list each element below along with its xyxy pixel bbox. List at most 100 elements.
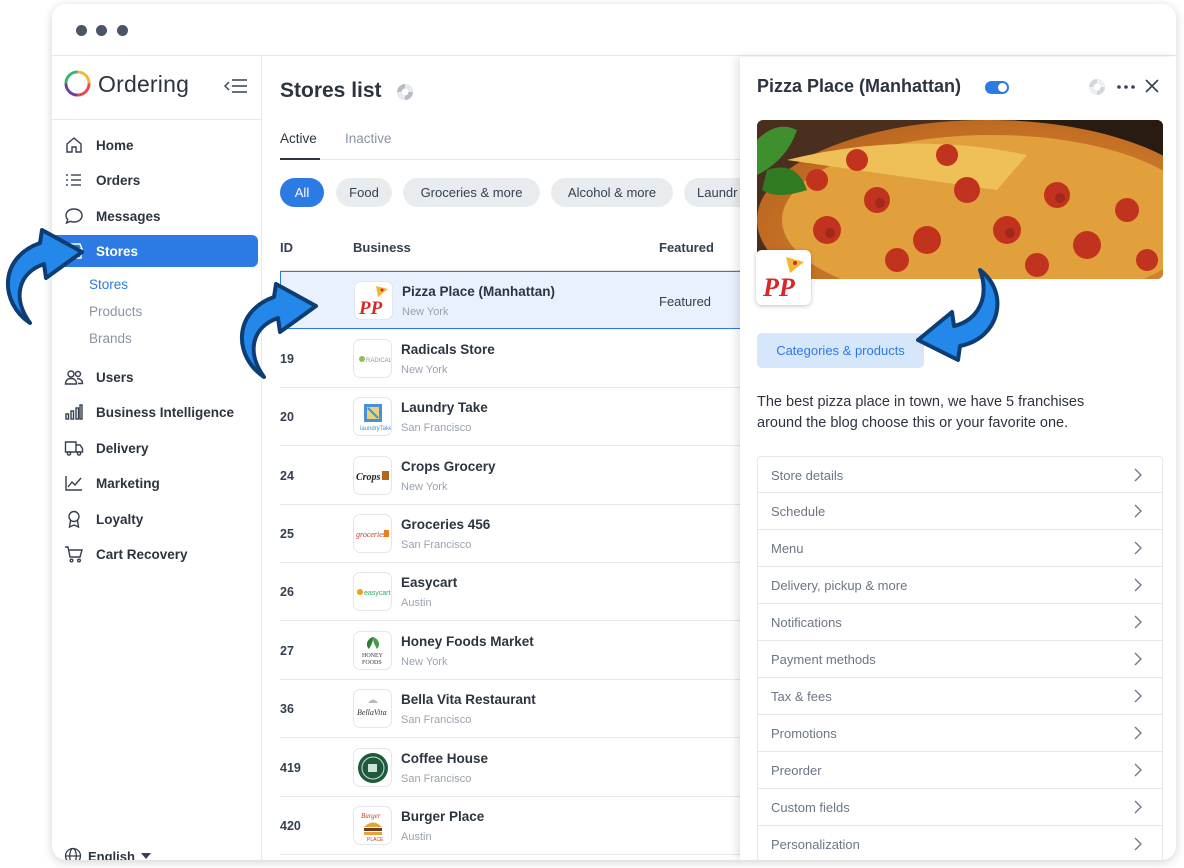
store-logo: groceries — [353, 514, 392, 553]
store-city: New York — [401, 481, 448, 493]
store-name: Radicals Store — [401, 342, 495, 357]
table-row[interactable]: 19 RADICALS Radicals Store New York — [280, 330, 750, 388]
sidebar-item-label: Orders — [96, 173, 141, 188]
sidebar-item-cart-recovery[interactable]: Cart Recovery — [52, 538, 262, 570]
panel-title: Pizza Place (Manhattan) — [757, 76, 962, 96]
sidebar-item-home[interactable]: Home — [52, 129, 262, 161]
menu-item-promotions[interactable]: Promotions — [757, 715, 1163, 752]
row-id: 419 — [280, 761, 301, 775]
sidebar-subitem-stores[interactable]: Stores — [89, 277, 128, 292]
crops-logo-icon: Crops — [356, 470, 389, 483]
app-name: Ordering — [98, 71, 190, 97]
lifebuoy-icon[interactable] — [396, 83, 414, 101]
menu-item-store-details[interactable]: Store details — [757, 456, 1163, 493]
table-row[interactable]: 419 Coffee House San Francisco — [280, 739, 750, 797]
categories-products-button[interactable]: Categories & products — [757, 333, 924, 368]
store-description: The best pizza place in town, we have 5 … — [757, 394, 1085, 431]
store-name: Pizza Place (Manhattan) — [402, 284, 556, 299]
chevron-right-icon — [1134, 800, 1142, 814]
chip-food[interactable]: Food — [336, 178, 392, 207]
award-icon — [68, 510, 80, 528]
sidebar-item-label: Stores — [96, 244, 139, 259]
sidebar-subitem-products[interactable]: Products — [89, 304, 142, 319]
sidebar-item-delivery[interactable]: Delivery — [52, 432, 262, 464]
caret-down-icon — [140, 853, 151, 859]
menu-item-preorder[interactable]: Preorder — [757, 752, 1163, 789]
tab-active[interactable]: Active — [280, 131, 317, 146]
store-logo: HONEY FOODS — [353, 631, 392, 670]
stores-main: Stores list Active Inactive All Food Gro… — [263, 57, 754, 860]
menu-item-notifications[interactable]: Notifications — [757, 604, 1163, 641]
menu-item-delivery-pickup[interactable]: Delivery, pickup & more — [757, 567, 1163, 604]
page-title: Stores list — [280, 79, 382, 102]
store-logo: BellaVita — [353, 689, 392, 728]
easycart-logo-icon: easycart — [356, 588, 391, 597]
globe-icon — [64, 847, 82, 860]
collapse-sidebar-icon[interactable] — [224, 77, 248, 95]
svg-text:easycart: easycart — [364, 590, 391, 597]
ordering-logo-icon — [64, 70, 91, 97]
menu-item-tax-fees[interactable]: Tax & fees — [757, 678, 1163, 715]
language-selector[interactable]: English — [64, 847, 151, 860]
cart-icon — [65, 546, 83, 563]
store-name: Bella Vita Restaurant — [401, 692, 536, 707]
bella-vita-logo-icon: BellaVita — [357, 699, 386, 717]
tab-inactive[interactable]: Inactive — [345, 131, 392, 146]
close-icon[interactable] — [1144, 78, 1160, 94]
svg-text:Burger: Burger — [361, 812, 381, 820]
sidebar-item-business-intelligence[interactable]: Business Intelligence — [52, 396, 262, 428]
store-city: San Francisco — [401, 773, 472, 785]
menu-item-schedule[interactable]: Schedule — [757, 493, 1163, 530]
title-bar — [52, 4, 1176, 56]
table-row[interactable]: 36 BellaVita Bella Vita Restaurant San F… — [280, 680, 750, 738]
table-row[interactable]: 420 Burger PLACE Burger Place Austin — [280, 797, 750, 855]
sidebar-item-marketing[interactable]: Marketing — [52, 467, 262, 499]
svg-text:Crops: Crops — [356, 472, 381, 483]
table-row[interactable]: 24 Crops Crops Grocery New York — [280, 447, 750, 505]
menu-item-payment-methods[interactable]: Payment methods — [757, 641, 1163, 678]
table-row[interactable]: 25 groceries Groceries 456 San Francisco — [280, 505, 750, 563]
sidebar-item-orders[interactable]: Orders — [52, 164, 262, 196]
store-city: San Francisco — [401, 539, 472, 551]
table-row[interactable]: 27 HONEY FOODS Honey Foods Market New Yor… — [280, 622, 750, 680]
table-row[interactable]: 26 easycart Easycart Austin — [280, 563, 750, 621]
sidebar-item-label: Marketing — [96, 476, 160, 491]
callout-arrow-icon — [240, 282, 318, 379]
store-name: Crops Grocery — [401, 459, 496, 474]
menu-item-personalization[interactable]: Personalization — [757, 826, 1163, 860]
chip-groceries[interactable]: Groceries & more — [403, 178, 540, 207]
column-header-id: ID — [280, 240, 293, 255]
menu-item-menu[interactable]: Menu — [757, 530, 1163, 567]
list-icon — [66, 174, 81, 186]
chevron-right-icon — [1134, 652, 1142, 666]
sidebar-item-label: Home — [96, 138, 134, 153]
window-dot-icon — [76, 25, 87, 36]
store-enabled-toggle[interactable] — [985, 81, 1009, 94]
chip-all[interactable]: All — [280, 178, 324, 207]
language-label: English — [88, 848, 135, 861]
store-city: New York — [401, 364, 448, 376]
menu-item-label: Preorder — [771, 763, 822, 778]
store-name: Groceries 456 — [401, 517, 491, 532]
store-logo: laundryTake — [353, 397, 392, 436]
menu-item-label: Notifications — [771, 615, 842, 630]
tab-underline — [280, 158, 320, 160]
store-name: Honey Foods Market — [401, 634, 534, 649]
store-city: Austin — [401, 597, 432, 609]
menu-item-custom-fields[interactable]: Custom fields — [757, 789, 1163, 826]
sidebar-subitem-brands[interactable]: Brands — [89, 331, 132, 346]
chip-alcohol[interactable]: Alcohol & more — [551, 178, 673, 207]
more-options-icon[interactable] — [1117, 85, 1135, 89]
sidebar-item-users[interactable]: Users — [52, 361, 262, 393]
users-icon — [64, 370, 84, 385]
pizza-logo-icon: PP — [762, 256, 804, 302]
svg-text:HONEY: HONEY — [362, 653, 384, 659]
store-name: Easycart — [401, 575, 458, 590]
honey-foods-logo-icon: HONEYFOODS — [362, 636, 384, 666]
table-row[interactable]: PP Pizza Place (Manhattan) New York Feat… — [280, 271, 750, 329]
lifebuoy-icon[interactable] — [1088, 78, 1106, 96]
sidebar-item-loyalty[interactable]: Loyalty — [52, 503, 262, 535]
table-row[interactable]: 20 laundryTake Laundry Take San Francisc… — [280, 388, 750, 446]
store-name: Coffee House — [401, 751, 489, 766]
logo-row: Ordering — [52, 57, 261, 120]
